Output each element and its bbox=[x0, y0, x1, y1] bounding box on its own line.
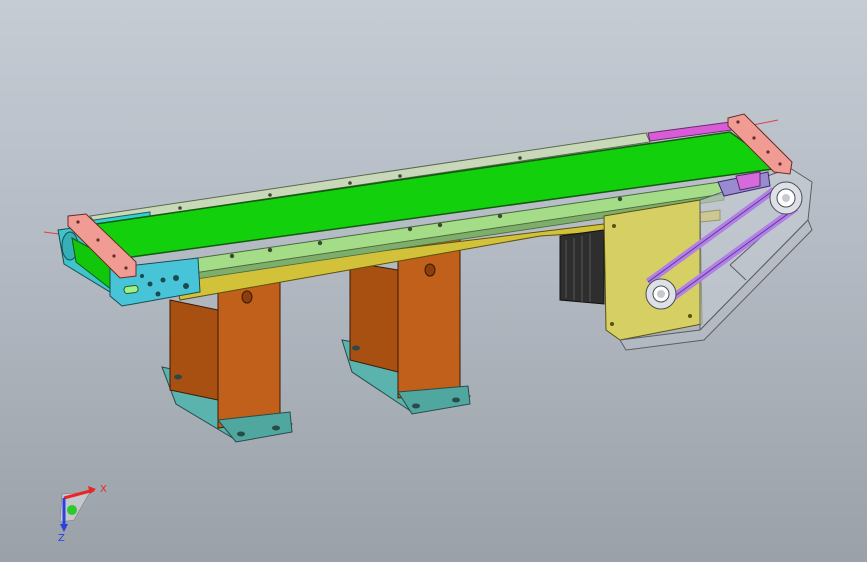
triad-z-label: Z bbox=[58, 533, 65, 544]
conveyor-assembly-model[interactable]: X Z bbox=[0, 0, 867, 562]
drive-motor[interactable] bbox=[559, 229, 605, 305]
triad-y-axis-ball bbox=[67, 505, 77, 515]
orientation-triad[interactable]: X Z bbox=[58, 484, 107, 544]
triad-x-label: X bbox=[100, 484, 107, 495]
cad-viewport[interactable]: X Z bbox=[0, 0, 867, 562]
triad-z-arrowhead bbox=[60, 524, 68, 532]
drive-pulley-small[interactable] bbox=[645, 278, 677, 310]
drive-pulley-large[interactable] bbox=[769, 181, 803, 215]
